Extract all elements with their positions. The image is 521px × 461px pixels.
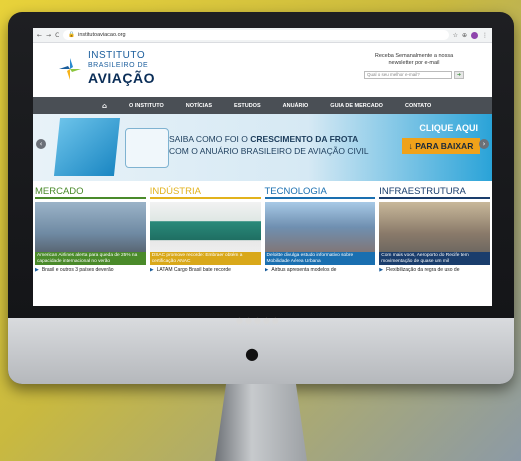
article-image[interactable]: Deloitte divulga estudo informativo sobr…	[264, 202, 376, 265]
forward-icon[interactable]: →	[46, 32, 51, 39]
section-title[interactable]: INDÚSTRIA	[149, 186, 261, 199]
url-text: institutoaviacao.org	[78, 32, 126, 38]
bookmark-star-icon[interactable]: ☆	[453, 32, 458, 39]
banner-cta-text[interactable]: CLIQUE AQUI	[419, 123, 478, 133]
article-image[interactable]: Com mais voos, Aeroporto do Recife tem m…	[379, 202, 490, 265]
menu-icon[interactable]: ⋮	[482, 32, 488, 39]
carousel-next-icon[interactable]: ›	[479, 139, 489, 149]
logo-line-aviacao: AVIAÇÃO	[88, 70, 156, 86]
news-sections: MERCADO American Airlines alerta para qu…	[33, 181, 492, 273]
nav-item-contato[interactable]: CONTATO	[394, 103, 442, 109]
section-infraestrutura: INFRAESTRUTURA Com mais voos, Aeroporto …	[379, 186, 490, 273]
news-item-text[interactable]: Brasil e outros 3 países deverão	[42, 267, 114, 273]
banner-headline-part1: SAIBA COMO FOI O	[169, 134, 251, 144]
banner-headline: SAIBA COMO FOI O CRESCIMENTO DA FROTA	[169, 134, 358, 144]
nav-item-guia[interactable]: GUIA DE MERCADO	[319, 103, 394, 109]
hero-banner[interactable]: SAIBA COMO FOI O CRESCIMENTO DA FROTA CO…	[33, 114, 492, 181]
download-button[interactable]: ↓ PARA BAIXAR	[402, 138, 480, 154]
news-item: ▶ Flexibilização da regra de uso de	[379, 267, 490, 273]
banner-subheadline: COM O ANUÁRIO BRASILEIRO DE AVIAÇÃO CIVI…	[169, 146, 369, 156]
news-item-text[interactable]: LATAM Cargo Brasil bate recorde	[157, 267, 231, 273]
nav-item-instituto[interactable]: O INSTITUTO	[118, 103, 175, 109]
newsletter-submit-button[interactable]: ➜	[454, 71, 464, 79]
home-icon[interactable]: ⌂	[91, 102, 118, 110]
screen: ← → C 🔒 institutoaviacao.org ☆ ⊕ ⋮ INSTI…	[33, 28, 492, 306]
news-item: ▶ Brasil e outros 3 países deverão	[35, 267, 146, 273]
article-caption[interactable]: Com mais voos, Aeroporto do Recife tem m…	[379, 252, 490, 265]
article-caption[interactable]: DSAC promove recorde: Embraer obtém a ce…	[149, 252, 261, 265]
newsletter-box: Receba Semanalmente a nossa newsletter p…	[364, 53, 464, 79]
nav-item-anuario[interactable]: ANUÁRIO	[272, 103, 320, 109]
logo-line-instituto: INSTITUTO	[88, 50, 146, 61]
section-title[interactable]: MERCADO	[35, 186, 146, 199]
back-icon[interactable]: ←	[37, 32, 42, 39]
address-bar[interactable]: 🔒 institutoaviacao.org	[63, 30, 449, 40]
news-item-text[interactable]: Airbus apresenta modelos de	[271, 267, 336, 273]
extension-icon[interactable]: ⊕	[462, 32, 467, 39]
site-header: INSTITUTO BRASILEIRO DE AVIAÇÃO Receba S…	[33, 43, 492, 97]
carousel-prev-icon[interactable]: ‹	[36, 139, 46, 149]
yearbook-cover-image	[53, 118, 121, 176]
site-logo[interactable]: INSTITUTO BRASILEIRO DE AVIAÇÃO	[57, 51, 155, 86]
newsletter-email-input[interactable]: Qual o seu melhor e-mail?	[364, 71, 452, 79]
logo-star-icon	[59, 57, 81, 80]
section-tecnologia: TECNOLOGIA Deloitte divulga estudo infor…	[264, 186, 376, 273]
article-caption[interactable]: American Airlines alerta para queda de 2…	[35, 252, 146, 265]
newsletter-text: Receba Semanalmente a nossa newsletter p…	[374, 53, 454, 66]
nav-item-estudos[interactable]: ESTUDOS	[223, 103, 272, 109]
triangle-bullet-icon: ▶	[264, 267, 269, 273]
section-mercado: MERCADO American Airlines alerta para qu…	[35, 186, 146, 273]
article-caption[interactable]: Deloitte divulga estudo informativo sobr…	[264, 252, 376, 265]
monitor-stand	[215, 384, 307, 461]
article-image[interactable]: DSAC promove recorde: Embraer obtém a ce…	[149, 202, 261, 265]
article-image[interactable]: American Airlines alerta para queda de 2…	[35, 202, 146, 265]
reload-icon[interactable]: C	[55, 32, 59, 39]
nav-item-noticias[interactable]: NOTÍCIAS	[175, 103, 223, 109]
news-item-text[interactable]: Flexibilização da regra de uso de	[386, 267, 459, 273]
news-item: ▶ Airbus apresenta modelos de	[265, 267, 376, 273]
section-title[interactable]: INFRAESTRUTURA	[379, 186, 490, 199]
main-nav: ⌂ O INSTITUTO NOTÍCIAS ESTUDOS ANUÁRIO G…	[33, 97, 492, 114]
monitor-chin	[8, 318, 514, 384]
airplane-diagram-image	[125, 128, 169, 168]
section-title[interactable]: TECNOLOGIA	[264, 186, 376, 199]
news-item: ▶ LATAM Cargo Brasil bate recorde	[150, 267, 261, 273]
lock-icon: 🔒	[68, 32, 76, 38]
triangle-bullet-icon: ▶	[149, 267, 154, 273]
apple-logo-icon	[244, 346, 260, 362]
profile-avatar[interactable]	[471, 31, 478, 39]
triangle-bullet-icon: ▶	[379, 267, 384, 273]
browser-toolbar: ← → C 🔒 institutoaviacao.org ☆ ⊕ ⋮	[33, 28, 492, 43]
slider-dots[interactable]: ●●●●●	[236, 316, 281, 325]
triangle-bullet-icon: ▶	[35, 267, 39, 273]
section-industria: INDÚSTRIA DSAC promove recorde: Embraer …	[149, 186, 261, 273]
banner-headline-bold: CRESCIMENTO DA FROTA	[250, 134, 359, 144]
